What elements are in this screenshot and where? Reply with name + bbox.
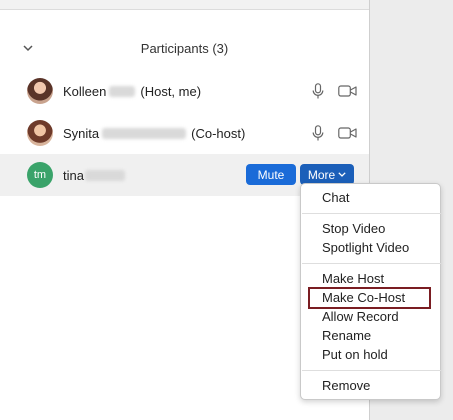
highlight-annotation [308,287,431,309]
avatar [27,120,53,146]
participant-role: (Co-host) [191,125,246,141]
video-camera-icon[interactable] [337,126,357,140]
menu-item-put-on-hold[interactable]: Put on hold [322,347,388,362]
participant-first-name: Kolleen [63,83,107,99]
more-button-label: More [307,167,336,182]
chevron-down-icon [338,172,346,177]
menu-item-stop-video[interactable]: Stop Video [322,221,385,236]
menu-item-rename[interactable]: Rename [322,328,371,343]
menu-item-spotlight-video[interactable]: Spotlight Video [322,240,409,255]
participant-name: Kolleen (Host, me) [63,84,201,99]
participant-name: tina [63,168,129,183]
menu-separator [302,213,441,214]
menu-item-allow-record[interactable]: Allow Record [322,309,399,324]
redacted-surname [109,85,136,97]
avatar: tm [27,162,53,188]
menu-separator [302,263,441,264]
video-camera-icon[interactable] [337,84,357,98]
mute-button-label: Mute [257,167,285,182]
microphone-icon[interactable] [311,82,325,100]
panel-title: Participants (3) [140,40,229,56]
more-button[interactable]: More [300,164,354,185]
participant-role: (Host, me) [140,83,202,99]
menu-separator [302,370,441,371]
panel-header: Participants (3) [0,30,369,66]
microphone-icon[interactable] [311,124,325,142]
menu-item-chat[interactable]: Chat [322,190,349,205]
participant-first-name: Synita [63,125,100,141]
redacted-surname [102,127,187,139]
menu-item-remove[interactable]: Remove [322,378,370,393]
redacted-surname [84,169,125,181]
avatar-initials: tm [33,169,47,181]
participant-row[interactable]: Kolleen (Host, me) [0,70,369,112]
participant-first-name: tina [63,167,84,183]
mute-button[interactable]: Mute [246,164,296,185]
participant-name: Synita (Co-host) [63,126,245,141]
participant-row[interactable]: Synita (Co-host) [0,112,369,154]
menu-item-make-host[interactable]: Make Host [322,271,384,286]
panel-top-bar [0,0,369,10]
avatar [27,78,53,104]
